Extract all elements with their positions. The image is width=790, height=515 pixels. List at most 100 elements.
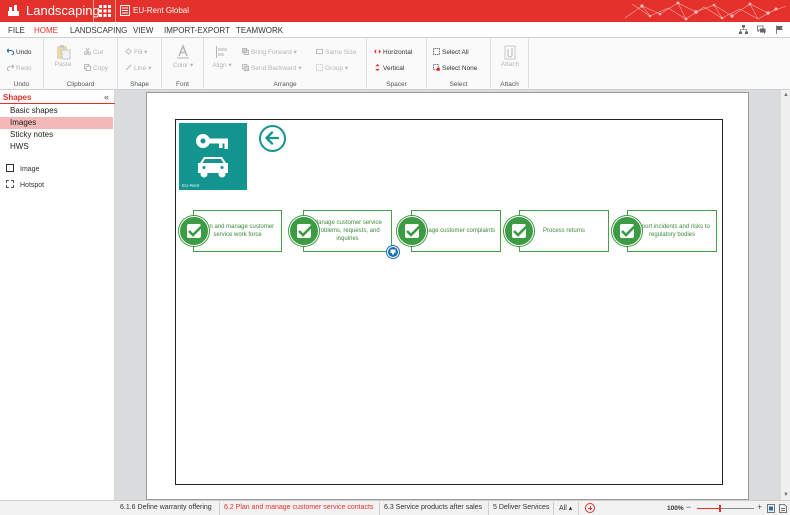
shape-group: Fill ▾ Line ▾ Shape [118,38,162,90]
align-icon [216,46,227,58]
hierarchy-icon[interactable] [738,25,748,34]
caret-up-icon: ▴ [568,505,573,512]
vertical-scrollbar[interactable]: ▲ ▼ [780,90,790,500]
comments-icon[interactable] [756,25,766,34]
repository-name[interactable]: EU-Rent Global [133,6,189,15]
drilldown-icon [390,249,396,255]
tab-view[interactable]: VIEW [133,26,153,35]
category-basic-shapes[interactable]: Basic shapes [0,105,113,117]
shapes-panel: Shapes « Basic shapes Images Sticky note… [0,90,115,500]
drilldown-badge-icon[interactable] [387,246,399,258]
bring-forward-icon [242,48,249,55]
image-shape-icon [6,164,14,172]
paint-bucket-icon [125,48,132,55]
hotspot-shape-icon [6,180,14,188]
select-group: Select All Select None Select [427,38,491,90]
horizontal-spacer-button[interactable]: Horizontal [374,48,412,56]
tab-teamwork[interactable]: TEAMWORK [236,26,283,35]
horizontal-spacer-icon [374,49,381,54]
repository-icon [120,5,130,16]
app-name: Landscaping [26,3,100,18]
checkbox-badge-icon [289,216,319,246]
process-label-2: Manage customer service problems, reques… [313,220,382,242]
attach-group: Attach Attach [491,38,529,90]
zoom-out-button[interactable]: − [686,502,691,512]
paste-button[interactable]: Paste [52,44,74,68]
select-all-icon [433,48,440,55]
add-page-button[interactable] [585,503,595,513]
zoom-slider-fill [697,508,720,509]
select-none-button[interactable]: Select None [433,64,477,72]
undo-group: Undo Redo Undo [0,38,44,90]
clipboard-group-title: Clipboard [66,81,95,88]
group-button[interactable]: Group ▾ [316,64,348,72]
check-mark-icon [513,225,528,237]
undo-group-title: Undo [13,81,30,88]
redo-button[interactable]: Redo [7,64,32,72]
back-navigation-button[interactable] [259,125,286,152]
spacer-group: Horizontal Vertical Spacer [367,38,427,90]
category-sticky-notes[interactable]: Sticky notes [0,129,113,141]
process-label-1: Plan and manage customer service work fo… [200,224,275,238]
shape-item-hotspot[interactable]: Hotspot [6,180,44,189]
app-launcher-grid-icon[interactable] [98,4,112,18]
fit-to-page-icon[interactable] [767,504,775,513]
clipboard-group: Paste Cut Copy Clipboard [44,38,118,90]
page-view-icon[interactable] [779,504,787,513]
align-button[interactable]: Align ▾ [210,44,234,69]
tile-label: EU-Rent [182,183,200,188]
select-all-button[interactable]: Select All [433,48,469,56]
arrange-group: Align ▾ Bring Forward ▾ Send Backward ▾ … [204,38,367,90]
page-tab-6-1-6[interactable]: 6.1.6 Define warranty offering [120,504,212,511]
group-icon [316,64,323,71]
flag-icon[interactable] [775,25,784,34]
diagram-frame[interactable]: EU-Rent Plan and manage customer service… [175,119,723,485]
page-tab-6-2[interactable]: 6.2 Plan and manage customer service con… [224,504,373,511]
send-backward-icon [242,64,249,71]
line-button[interactable]: Line ▾ [125,64,151,72]
same-size-button[interactable]: Same Size [316,48,356,56]
category-hws[interactable]: HWS [0,141,113,153]
attach-button[interactable]: Attach [498,44,522,68]
check-mark-icon [621,225,636,237]
paste-icon [57,45,71,60]
app-logo-icon [8,5,19,16]
send-backward-button[interactable]: Send Backward ▾ [242,64,302,72]
checkbox-badge-icon [179,216,209,246]
tab-import-export[interactable]: IMPORT-EXPORT [164,26,230,35]
scroll-up-icon[interactable]: ▲ [783,92,789,98]
tab-file[interactable]: FILE [8,26,25,35]
tab-home[interactable]: HOME [31,26,61,40]
eu-rent-tile[interactable]: EU-Rent [179,123,247,190]
fill-button[interactable]: Fill ▾ [125,48,147,56]
copy-button[interactable]: Copy [84,64,108,72]
canvas-area: EU-Rent Plan and manage customer service… [115,90,780,500]
collapse-panel-button[interactable]: « [104,92,109,102]
category-images[interactable]: Images [0,117,113,129]
undo-icon [7,48,14,55]
font-color-button[interactable]: Color ▾ [171,44,195,69]
zoom-level: 100% [667,505,684,512]
diagram-page[interactable]: EU-Rent Plan and manage customer service… [146,92,749,500]
vertical-spacer-icon [375,64,380,71]
zoom-slider-thumb[interactable] [718,505,721,512]
process-label-5: Report incidents and risks to regulatory… [634,224,710,238]
zoom-in-button[interactable]: + [757,502,762,512]
check-mark-icon [298,225,313,237]
tab-landscaping[interactable]: LANDSCAPING [70,26,127,35]
undo-button[interactable]: Undo [7,48,32,56]
bring-forward-button[interactable]: Bring Forward ▾ [242,48,297,56]
zoom-slider[interactable] [697,505,754,512]
scroll-down-icon[interactable]: ▼ [783,492,789,498]
vertical-spacer-button[interactable]: Vertical [374,64,404,72]
shape-item-image[interactable]: Image [6,164,39,173]
checkbox-badge-icon [504,216,534,246]
all-pages-dropdown[interactable]: All ▴ [559,504,572,512]
menu-bar: FILE HOME LANDSCAPING VIEW IMPORT-EXPORT… [0,22,790,40]
process-label-3: Manage customer complaints [416,228,496,234]
check-mark-icon [406,225,421,237]
page-tab-5[interactable]: 5 Deliver Services [493,504,549,511]
page-tab-6-3[interactable]: 6.3 Service products after sales [384,504,482,511]
cut-button[interactable]: Cut [84,48,103,56]
arrange-group-title: Arrange [273,81,297,88]
